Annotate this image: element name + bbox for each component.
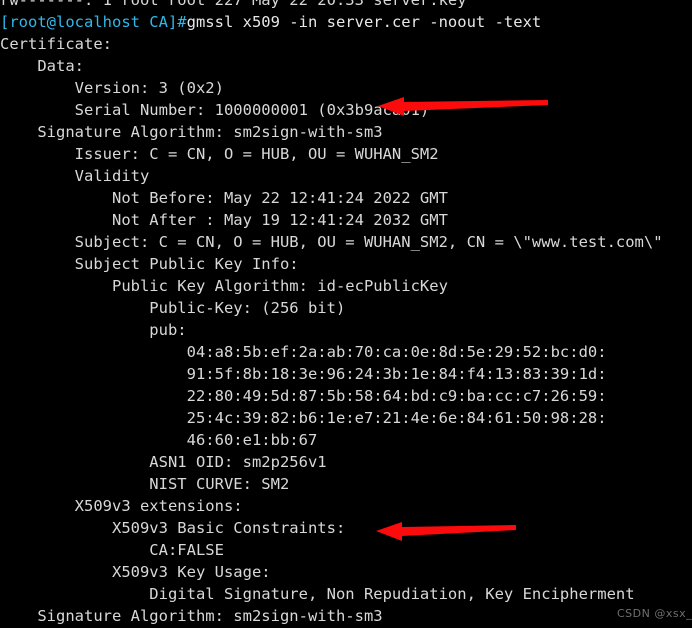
terminal-line: 91:5f:8b:18:3e:96:24:3b:1e:84:f4:13:83:3… [0,363,692,385]
terminal-text: Subject Public Key Info: [0,255,299,273]
terminal-line: 22:80:49:5d:87:5b:58:64:bd:c9:ba:cc:c7:2… [0,385,692,407]
terminal-text: Issuer: C = CN, O = HUB, OU = WUHAN_SM2 [0,145,439,163]
terminal-text: Signature Algorithm: sm2sign-with-sm3 [0,607,383,625]
terminal-line: rw-------. 1 root root 227 May 22 20:33 … [0,0,692,11]
terminal-line: Not Before: May 22 12:41:24 2022 GMT [0,187,692,209]
terminal-text: rw-------. 1 root root 227 May 22 20:33 … [0,0,467,9]
terminal-line: NIST CURVE: SM2 [0,473,692,495]
terminal-text: X509v3 Key Usage: [0,563,271,581]
terminal-text: X509v3 extensions: [0,497,243,515]
terminal-line-inner: rw-------. 1 root root 227 May 22 20:33 … [0,0,467,11]
terminal-text: Not Before: May 22 12:41:24 2022 GMT [0,189,448,207]
terminal-text: ASN1 OID: sm2p256v1 [0,453,327,471]
terminal-text: 91:5f:8b:18:3e:96:24:3b:1e:84:f4:13:83:3… [0,365,607,383]
terminal-output: rw-------. 1 root root 227 May 22 20:33 … [0,0,692,628]
terminal-line: Public-Key: (256 bit) [0,297,692,319]
terminal-line: pub: [0,319,692,341]
terminal-text: Validity [0,167,150,185]
terminal-line: Digital Signature, Non Repudiation, Key … [0,583,692,605]
terminal-line: X509v3 Basic Constraints: [0,517,692,539]
terminal-line: Subject: C = CN, O = HUB, OU = WUHAN_SM2… [0,231,692,253]
terminal-text: 04:a8:5b:ef:2a:ab:70:ca:0e:8d:5e:29:52:b… [0,343,607,361]
terminal-text: X509v3 Basic Constraints: [0,519,346,537]
terminal-line: Not After : May 19 12:41:24 2032 GMT [0,209,692,231]
terminal-line: X509v3 extensions: [0,495,692,517]
terminal-line: Certificate: [0,33,692,55]
terminal-line: Subject Public Key Info: [0,253,692,275]
terminal-text: Digital Signature, Non Repudiation, Key … [0,585,635,603]
terminal-text: CA:FALSE [0,541,224,559]
terminal-line: 46:60:e1:bb:67 [0,429,692,451]
csdn-watermark: CSDN @xsx_ [617,607,692,620]
terminal-text: Subject: C = CN, O = HUB, OU = WUHAN_SM2… [0,233,663,251]
terminal-line: Validity [0,165,692,187]
terminal-line: Signature Algorithm: sm2sign-with-sm3 [0,121,692,143]
terminal-line: Version: 3 (0x2) [0,77,692,99]
terminal-line: X509v3 Key Usage: [0,561,692,583]
terminal-text: Version: 3 (0x2) [0,79,224,97]
terminal-window[interactable]: rw-------. 1 root root 227 May 22 20:33 … [0,0,692,628]
terminal-line: Public Key Algorithm: id-ecPublicKey [0,275,692,297]
terminal-line: Serial Number: 1000000001 (0x3b9aca01) [0,99,692,121]
terminal-line: 25:4c:39:82:b6:1e:e7:21:4e:6e:84:61:50:9… [0,407,692,429]
terminal-text: Serial Number: 1000000001 (0x3b9aca01) [0,101,430,119]
terminal-text: NIST CURVE: SM2 [0,475,290,493]
terminal-line: 04:a8:5b:ef:2a:ab:70:ca:0e:8d:5e:29:52:b… [0,341,692,363]
terminal-line: Signature Algorithm: sm2sign-with-sm3 [0,605,692,627]
terminal-line: CA:FALSE [0,539,692,561]
terminal-text: Signature Algorithm: sm2sign-with-sm3 [0,123,383,141]
shell-prompt: [root@localhost CA]# [0,13,187,31]
terminal-text: Public Key Algorithm: id-ecPublicKey [0,277,448,295]
shell-command: gmssl x509 -in server.cer -noout -text [186,13,542,31]
terminal-text: Data: [0,57,84,75]
terminal-text: 22:80:49:5d:87:5b:58:64:bd:c9:ba:cc:c7:2… [0,387,607,405]
terminal-line: [root@localhost CA]#gmssl x509 -in serve… [0,11,692,33]
terminal-line: ASN1 OID: sm2p256v1 [0,451,692,473]
terminal-text: pub: [0,321,187,339]
terminal-text: Not After : May 19 12:41:24 2032 GMT [0,211,448,229]
terminal-text: 25:4c:39:82:b6:1e:e7:21:4e:6e:84:61:50:9… [0,409,607,427]
terminal-line: Data: [0,55,692,77]
terminal-text: Public-Key: (256 bit) [0,299,346,317]
terminal-line: Issuer: C = CN, O = HUB, OU = WUHAN_SM2 [0,143,692,165]
terminal-text: Certificate: [0,35,112,53]
terminal-text: 46:60:e1:bb:67 [0,431,318,449]
